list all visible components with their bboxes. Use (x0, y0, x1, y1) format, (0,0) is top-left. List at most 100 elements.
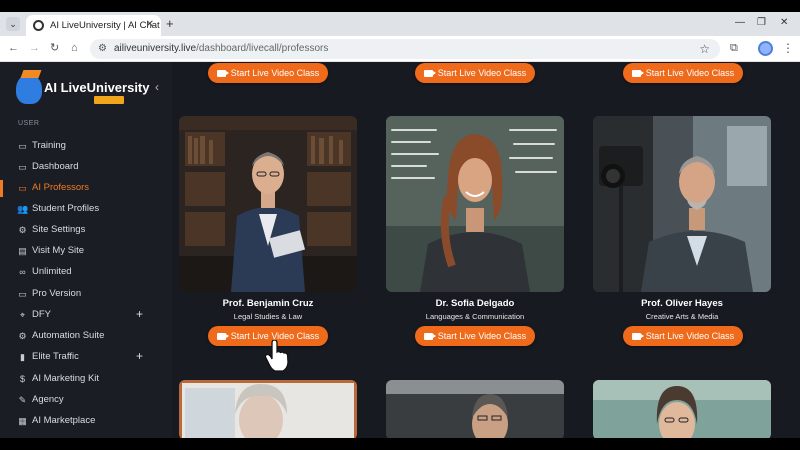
dashboard-icon: ▭ (18, 162, 27, 172)
browser-toolbar: ← → ↻ ⌂ ⚙ ailiveuniversity.live/dashboar… (0, 36, 800, 62)
minimize-icon[interactable]: — (735, 17, 745, 28)
sidebar-item-automation-suite[interactable]: ⚙ Automation Suite (0, 326, 172, 347)
video-camera-icon (423, 69, 436, 77)
sidebar-item-unlimited[interactable]: ∞ Unlimited (0, 262, 172, 283)
sidebar-item-label: DFY (32, 309, 51, 320)
bookmark-star-icon[interactable]: ☆ (699, 42, 710, 56)
hand-pointer-icon (264, 340, 289, 372)
logo-head-icon (16, 74, 42, 104)
start-live-video-class-button[interactable]: Start Live Video Class (415, 63, 535, 83)
home-icon[interactable]: ⌂ (71, 42, 78, 54)
reload-icon[interactable]: ↻ (50, 42, 59, 54)
professor-subject: Languages & Communication (425, 312, 525, 321)
sidebar-item-visit-my-site[interactable]: ▤ Visit My Site (0, 241, 172, 262)
professor-subject: Creative Arts & Media (645, 312, 719, 321)
address-bar[interactable]: ⚙ ailiveuniversity.live/dashboard/liveca… (90, 39, 720, 59)
professor-photo[interactable] (386, 116, 564, 292)
sidebar-item-ai-marketing-kit[interactable]: $ AI Marketing Kit (0, 369, 172, 390)
url-path: /dashboard/livecall/professors (196, 43, 329, 54)
users-icon: 👥 (17, 204, 29, 214)
traffic-icon: ▮ (20, 352, 25, 362)
sidebar-item-pro-version[interactable]: ▭ Pro Version (0, 284, 172, 305)
agency-icon: ✎ (18, 395, 27, 405)
back-icon[interactable]: ← (8, 42, 19, 54)
button-label: Start Live Video Class (645, 331, 735, 341)
sidebar-item-site-settings[interactable]: ⚙ Site Settings (0, 220, 172, 241)
start-live-video-class-button[interactable]: Start Live Video Class (623, 326, 743, 346)
sidebar-item-label: Site Settings (32, 224, 86, 235)
button-label: Start Live Video Class (437, 68, 527, 78)
sidebar-item-dashboard[interactable]: ▭ Dashboard (0, 157, 172, 178)
expand-icon[interactable]: + (136, 307, 143, 321)
sidebar-item-label: AI Marketplace (32, 415, 96, 426)
url-host: ailiveuniversity.live (114, 43, 197, 54)
sidebar-item-label: Unlimited (32, 266, 72, 277)
extensions-icon[interactable]: ⧉ (730, 42, 738, 55)
sidebar-item-label: Elite Traffic (32, 351, 79, 362)
profile-avatar[interactable] (758, 41, 773, 56)
logo[interactable]: AI LiveUniversity (16, 68, 156, 108)
sidebar-item-elite-traffic[interactable]: ▮ Elite Traffic + (0, 347, 172, 368)
professor-name: Prof. Oliver Hayes (641, 298, 723, 309)
professor-subject: Legal Studies & Law (233, 312, 303, 321)
location-icon: ⌖ (19, 310, 26, 320)
sidebar-item-label: AI Professors (32, 182, 90, 193)
close-window-icon[interactable]: ✕ (780, 17, 788, 28)
tab-title: AI LiveUniversity | AI Chat (50, 20, 160, 31)
sidebar-item-label: Student Profiles (32, 203, 100, 214)
sidebar-item-student-profiles[interactable]: 👥 Student Profiles (0, 199, 172, 220)
sidebar-item-label: Dashboard (32, 161, 79, 172)
sidebar-item-label: Pro Version (32, 288, 82, 299)
browser-tab-strip: ⌄ AI LiveUniversity | AI Chat ✕ + — ❐ ✕ (0, 12, 800, 36)
button-label: Start Live Video Class (230, 68, 320, 78)
sidebar-item-label: Agency (32, 394, 64, 405)
sidebar-item-dfy[interactable]: ⌖ DFY + (0, 305, 172, 326)
video-camera-icon (631, 332, 644, 340)
browser-tab[interactable]: AI LiveUniversity | AI Chat ✕ (26, 15, 161, 36)
logo-badge (94, 96, 124, 104)
professor-photo[interactable] (179, 116, 357, 292)
start-live-video-class-button[interactable]: Start Live Video Class (415, 326, 535, 346)
infinity-icon: ∞ (19, 267, 26, 277)
browser-menu-icon[interactable]: ⋮ (782, 41, 794, 55)
sidebar-item-label: Training (32, 140, 66, 151)
sidebar-item-label: AI Marketing Kit (32, 373, 100, 384)
sidebar-item-ai-marketplace[interactable]: ▦ AI Marketplace (0, 411, 172, 432)
logo-text: AI LiveUniversity (44, 80, 150, 95)
sidebar: AI LiveUniversity ‹ USER ▭ Training ▭ Da… (0, 62, 172, 438)
letterbox-top (0, 0, 800, 12)
start-live-video-class-button[interactable]: Start Live Video Class (208, 63, 328, 83)
professor-photo[interactable] (593, 380, 771, 438)
professor-photo[interactable] (179, 380, 357, 438)
professor-photo[interactable] (386, 380, 564, 438)
expand-icon[interactable]: + (136, 349, 143, 363)
site-info-icon[interactable]: ⚙ (98, 43, 107, 54)
monitor-icon: ▭ (18, 141, 27, 151)
collapse-sidebar-icon[interactable]: ‹ (155, 80, 159, 94)
tab-close-icon[interactable]: ✕ (146, 19, 154, 30)
window-icon: ▭ (18, 289, 27, 299)
sidebar-item-agency[interactable]: ✎ Agency (0, 390, 172, 411)
restore-icon[interactable]: ❐ (757, 17, 766, 28)
professor-name: Dr. Sofia Delgado (435, 298, 515, 309)
sidebar-item-label: Automation Suite (32, 330, 105, 341)
sidebar-item-training[interactable]: ▭ Training (0, 136, 172, 157)
tab-search-icon[interactable]: ⌄ (6, 17, 20, 31)
new-tab-icon[interactable]: + (166, 17, 174, 30)
automation-icon: ⚙ (18, 331, 27, 341)
professor-photo[interactable] (593, 116, 771, 292)
sidebar-item-ai-professors[interactable]: ▭ AI Professors (0, 178, 172, 199)
video-camera-icon (216, 332, 229, 340)
url-text: ailiveuniversity.live/dashboard/livecall… (114, 43, 328, 54)
professor-icon: ▭ (18, 183, 27, 193)
screen: ⌄ AI LiveUniversity | AI Chat ✕ + — ❐ ✕ … (0, 0, 800, 450)
gear-icon: ⚙ (18, 225, 27, 235)
page: AI LiveUniversity ‹ USER ▭ Training ▭ Da… (0, 62, 800, 438)
marketplace-icon: ▦ (18, 416, 27, 426)
forward-icon[interactable]: → (29, 42, 40, 54)
graduation-cap-icon (20, 70, 42, 78)
start-live-video-class-button[interactable]: Start Live Video Class (623, 63, 743, 83)
button-label: Start Live Video Class (437, 331, 527, 341)
favicon-icon (33, 20, 44, 31)
letterbox-bottom (0, 438, 800, 450)
